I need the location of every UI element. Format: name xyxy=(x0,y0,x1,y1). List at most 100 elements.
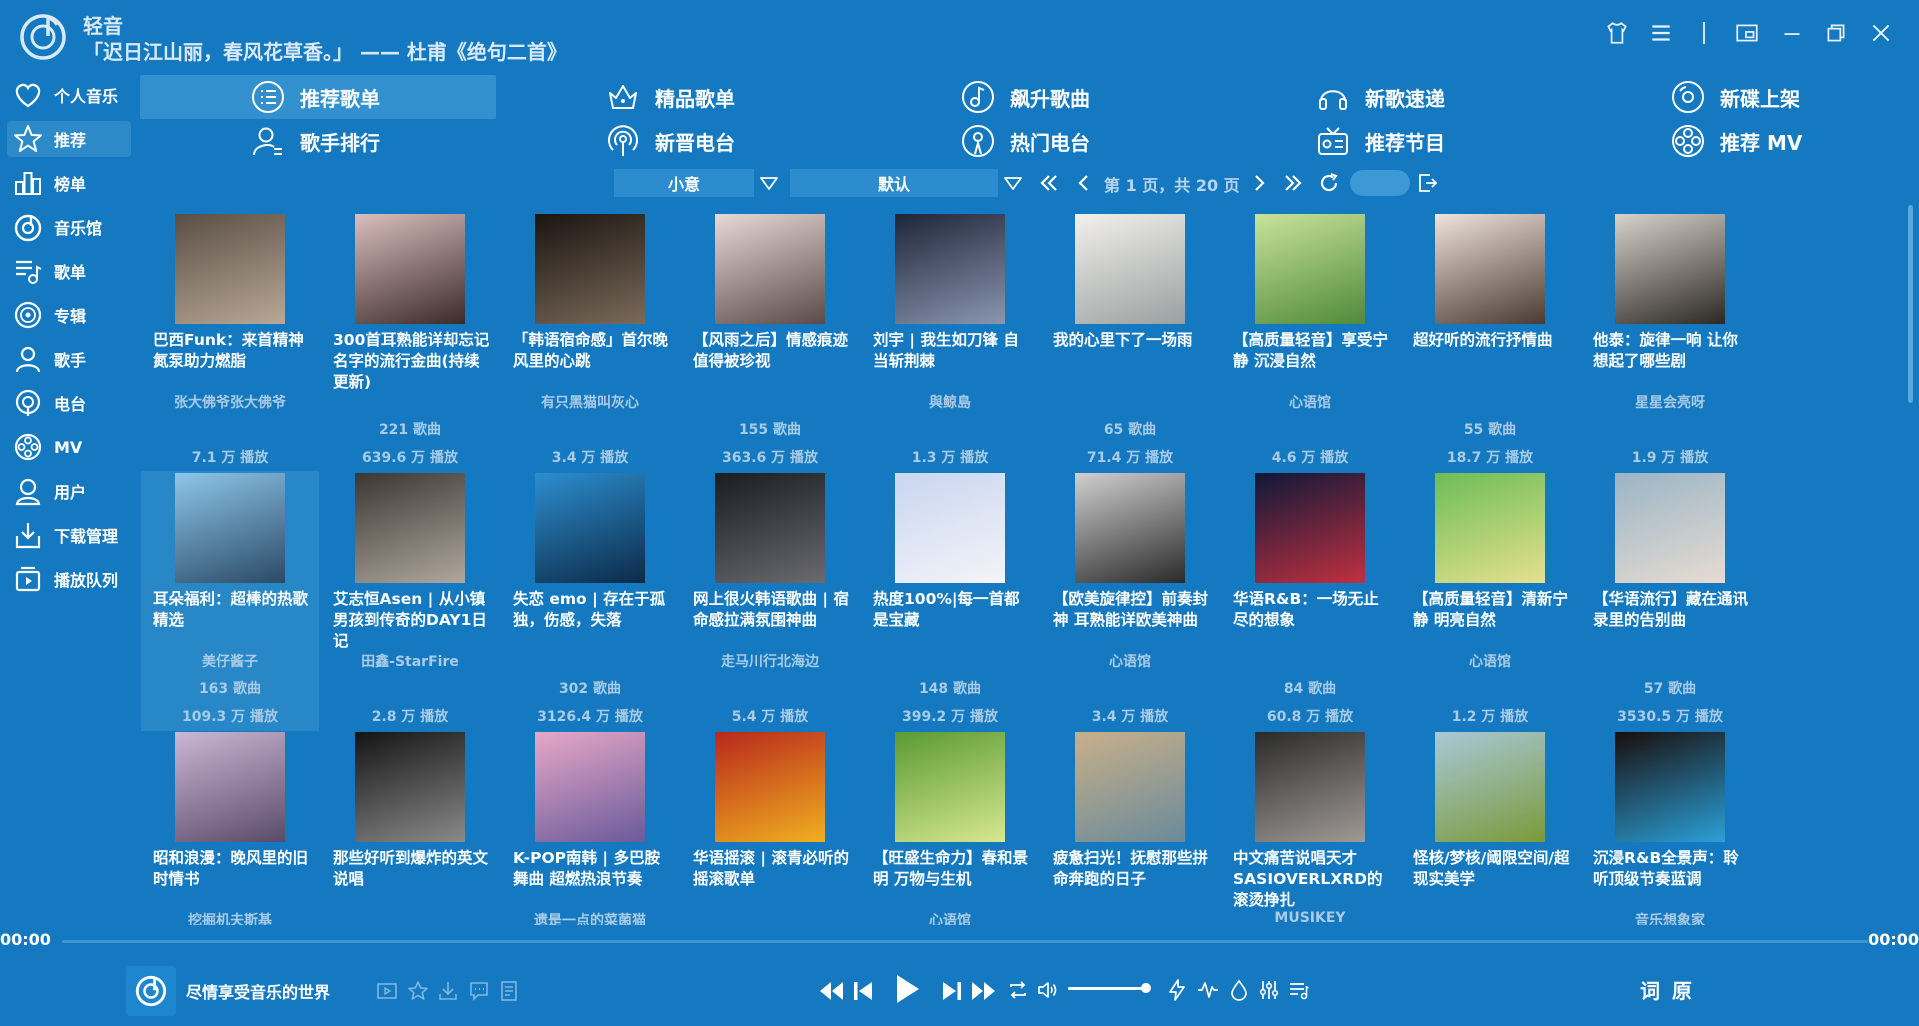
playlist-cover[interactable] xyxy=(1255,214,1365,324)
tab-recommended-playlists[interactable]: 推荐歌单 xyxy=(250,77,380,117)
playlist-title[interactable]: 怪核/梦核/阈限空间/超现实美学 xyxy=(1413,848,1571,890)
playlist-card[interactable]: 【风雨之后】情感痕迹值得被珍视 155 歌曲 363.6 万 播放 xyxy=(681,212,859,472)
volume-icon[interactable] xyxy=(1036,978,1060,1002)
playlist-card[interactable]: 华语R&B：一场无止尽的想象 84 歌曲 60.8 万 播放 xyxy=(1221,471,1399,731)
sidebar-item-play-queue[interactable]: 播放队列 xyxy=(7,561,131,597)
progress-bar[interactable] xyxy=(62,940,1868,943)
playlist-title[interactable]: 失恋 emo | 存在于孤独，伤感，失落 xyxy=(513,589,671,631)
playlist-card[interactable]: 艾志恒Asen | 从小镇男孩到传奇的DAY1日记 田鑫-StarFire 2.8 … xyxy=(321,471,499,731)
playlist-title[interactable]: 300首耳熟能详却忘记名字的流行金曲(持续更新) xyxy=(333,330,491,393)
playlist-title[interactable]: 「韩语宿命感」首尔晚风里的心跳 xyxy=(513,330,671,372)
playlist-author[interactable]: 走马川行北海边 xyxy=(681,651,859,671)
playlist-card[interactable]: 超好听的流行抒情曲 55 歌曲 18.7 万 播放 xyxy=(1401,212,1579,472)
playlist-card[interactable]: 中文痛苦说唱天才SASIOVERLXRD的滚烫挣扎 MUSIKEY xyxy=(1221,730,1399,925)
tab-rising-songs[interactable]: 飙升歌曲 xyxy=(960,77,1090,117)
sidebar-item-charts[interactable]: 榜单 xyxy=(7,165,131,201)
dropdown-triangle-icon[interactable] xyxy=(1001,171,1025,195)
playlist-title[interactable]: 【风雨之后】情感痕迹值得被珍视 xyxy=(693,330,851,372)
rewind-icon[interactable] xyxy=(817,978,845,1004)
playlist-author[interactable]: 與鲸島 xyxy=(861,392,1039,412)
playlist-cover[interactable] xyxy=(1075,473,1185,583)
tab-new-radio[interactable]: 新晋电台 xyxy=(605,121,735,161)
sidebar-item-personal-music[interactable]: 个人音乐 xyxy=(7,77,131,113)
tab-premium-playlists[interactable]: 精品歌单 xyxy=(605,77,735,117)
playlist-title[interactable]: 巴西Funk：来首精神氮泵助力燃脂 xyxy=(153,330,311,372)
playlist-author[interactable]: 心语馆 xyxy=(1221,392,1399,412)
sidebar-item-users[interactable]: 用户 xyxy=(7,473,131,509)
playlist-cover[interactable] xyxy=(535,473,645,583)
sidebar-item-playlists[interactable]: 歌单 xyxy=(7,253,131,289)
playlist-title[interactable]: 那些好听到爆炸的英文说唱 xyxy=(333,848,491,890)
playlist-card[interactable]: 热度100%|每一首都是宝藏 148 歌曲 399.2 万 播放 xyxy=(861,471,1039,731)
drop-icon[interactable] xyxy=(1227,978,1251,1002)
playlist-cover[interactable] xyxy=(355,473,465,583)
playlist-title[interactable]: 网上很火韩语歌曲 | 宿命感拉满氛围神曲 xyxy=(693,589,851,631)
playlist-card[interactable]: 华语摇滚 | 滚青必听的摇滚歌单 xyxy=(681,730,859,925)
playlist-author[interactable]: 心语馆 xyxy=(1401,651,1579,671)
mini-mode-icon[interactable] xyxy=(1734,20,1760,46)
sidebar-item-albums[interactable]: 专辑 xyxy=(7,297,131,333)
playlist-title[interactable]: 他泰：旋律一响 让你想起了哪些剧 xyxy=(1593,330,1751,372)
last-page-icon[interactable] xyxy=(1281,171,1305,195)
playlist-author[interactable]: 美仔酱子 xyxy=(141,651,319,671)
minimize-icon[interactable] xyxy=(1779,20,1805,46)
playlist-cover[interactable] xyxy=(1255,473,1365,583)
go-page-icon[interactable] xyxy=(1416,171,1440,195)
playlist-author[interactable]: MUSIKEY xyxy=(1221,910,1399,925)
playlist-title[interactable]: 我的心里下了一场雨 xyxy=(1053,330,1211,351)
playlist-card[interactable]: 耳朵福利：超棒的热歌精选 美仔酱子 163 歌曲 109.3 万 播放 xyxy=(141,471,319,731)
playlist-card[interactable]: 【高质量轻音】享受宁静 沉浸自然 心语馆 4.6 万 播放 xyxy=(1221,212,1399,472)
sidebar-item-radio[interactable]: 电台 xyxy=(7,385,131,421)
playlist-card[interactable]: 刘宇 | 我生如刀锋 自当斩荆棘 與鲸島 1.3 万 播放 xyxy=(861,212,1039,472)
playlist-cover[interactable] xyxy=(1615,732,1725,842)
playlist-cover[interactable] xyxy=(895,732,1005,842)
playlist-author[interactable]: 田鑫-StarFire xyxy=(321,651,499,671)
playlist-author[interactable]: 星星会亮呀 xyxy=(1581,392,1759,412)
refresh-icon[interactable] xyxy=(1317,171,1341,195)
playlist-cover[interactable] xyxy=(715,473,825,583)
playlist-author[interactable]: 心语馆 xyxy=(1041,651,1219,671)
playlist-title[interactable]: K-POP南韩 | 多巴胺舞曲 超燃热浪节奏 xyxy=(513,848,671,890)
first-page-icon[interactable] xyxy=(1037,171,1061,195)
playlist-title[interactable]: 华语R&B：一场无止尽的想象 xyxy=(1233,589,1391,631)
playlist-cover[interactable] xyxy=(1435,473,1545,583)
playlist-title[interactable]: 中文痛苦说唱天才SASIOVERLXRD的滚烫挣扎 xyxy=(1233,848,1391,911)
playlist-title[interactable]: 【欧美旋律控】前奏封神 耳熟能详欧美神曲 xyxy=(1053,589,1211,631)
playlist-title[interactable]: 超好听的流行抒情曲 xyxy=(1413,330,1571,351)
volume-slider[interactable] xyxy=(1068,987,1150,990)
playlist-card[interactable]: 【旺盛生命力】春和景明 万物与生机 心语馆 xyxy=(861,730,1039,925)
playlist-cover[interactable] xyxy=(355,214,465,324)
mv-icon[interactable] xyxy=(375,979,399,1003)
playlist-author[interactable]: 挖掘机夫斯基 xyxy=(141,910,319,925)
sidebar-item-mv[interactable]: MV xyxy=(7,429,131,465)
playlist-card[interactable]: 300首耳熟能详却忘记名字的流行金曲(持续更新) 221 歌曲 639.6 万 播放 xyxy=(321,212,499,472)
playlist-card[interactable]: 网上很火韩语歌曲 | 宿命感拉满氛围神曲 走马川行北海边 5.4 万 播放 xyxy=(681,471,859,731)
playlist-card[interactable]: 【高质量轻音】清新宁静 明亮自然 心语馆 1.2 万 播放 xyxy=(1401,471,1579,731)
lyrics-button[interactable]: 词 xyxy=(1640,975,1660,1004)
page-jump-input[interactable] xyxy=(1350,170,1410,196)
playlist-cover[interactable] xyxy=(1075,214,1185,324)
playlist-title[interactable]: 沉浸R&B全景声：聆听顶级节奏蓝调 xyxy=(1593,848,1751,890)
playlist-cover[interactable] xyxy=(1435,732,1545,842)
sidebar-item-music-hall[interactable]: 音乐馆 xyxy=(7,209,131,245)
playlist-title[interactable]: 疲惫扫光！抚慰那些拼命奔跑的日子 xyxy=(1053,848,1211,890)
sidebar-item-downloads[interactable]: 下载管理 xyxy=(7,517,131,553)
sidebar-item-recommend[interactable]: 推荐 xyxy=(7,121,131,157)
playlist-title[interactable]: 华语摇滚 | 滚青必听的摇滚歌单 xyxy=(693,848,851,890)
playlist-author[interactable]: 心语馆 xyxy=(861,910,1039,925)
menu-icon[interactable] xyxy=(1648,20,1674,46)
sidebar-item-singers[interactable]: 歌手 xyxy=(7,341,131,377)
tab-hot-radio[interactable]: 热门电台 xyxy=(960,121,1090,161)
playlist-card[interactable]: K-POP南韩 | 多巴胺舞曲 超燃热浪节奏 遗是一点的菜菌猫 xyxy=(501,730,679,925)
playlist-author[interactable]: 张大佛爷张大佛爷 xyxy=(141,392,319,412)
sort-select[interactable]: 默认 xyxy=(790,169,998,197)
playlist-cover[interactable] xyxy=(535,214,645,324)
playlist-cover[interactable] xyxy=(175,473,285,583)
tab-new-songs[interactable]: 新歌速递 xyxy=(1315,77,1445,117)
play-button[interactable] xyxy=(892,972,922,1006)
repeat-icon[interactable] xyxy=(1006,978,1030,1002)
playlist-card[interactable]: 巴西Funk：来首精神氮泵助力燃脂 张大佛爷张大佛爷 7.1 万 播放 xyxy=(141,212,319,472)
lightning-effect-icon[interactable] xyxy=(1165,978,1189,1002)
playlist-card[interactable]: 沉浸R&B全景声：聆听顶级节奏蓝调音乐想象家 xyxy=(1581,730,1759,925)
playlist-author[interactable]: 音乐想象家 xyxy=(1581,910,1759,925)
